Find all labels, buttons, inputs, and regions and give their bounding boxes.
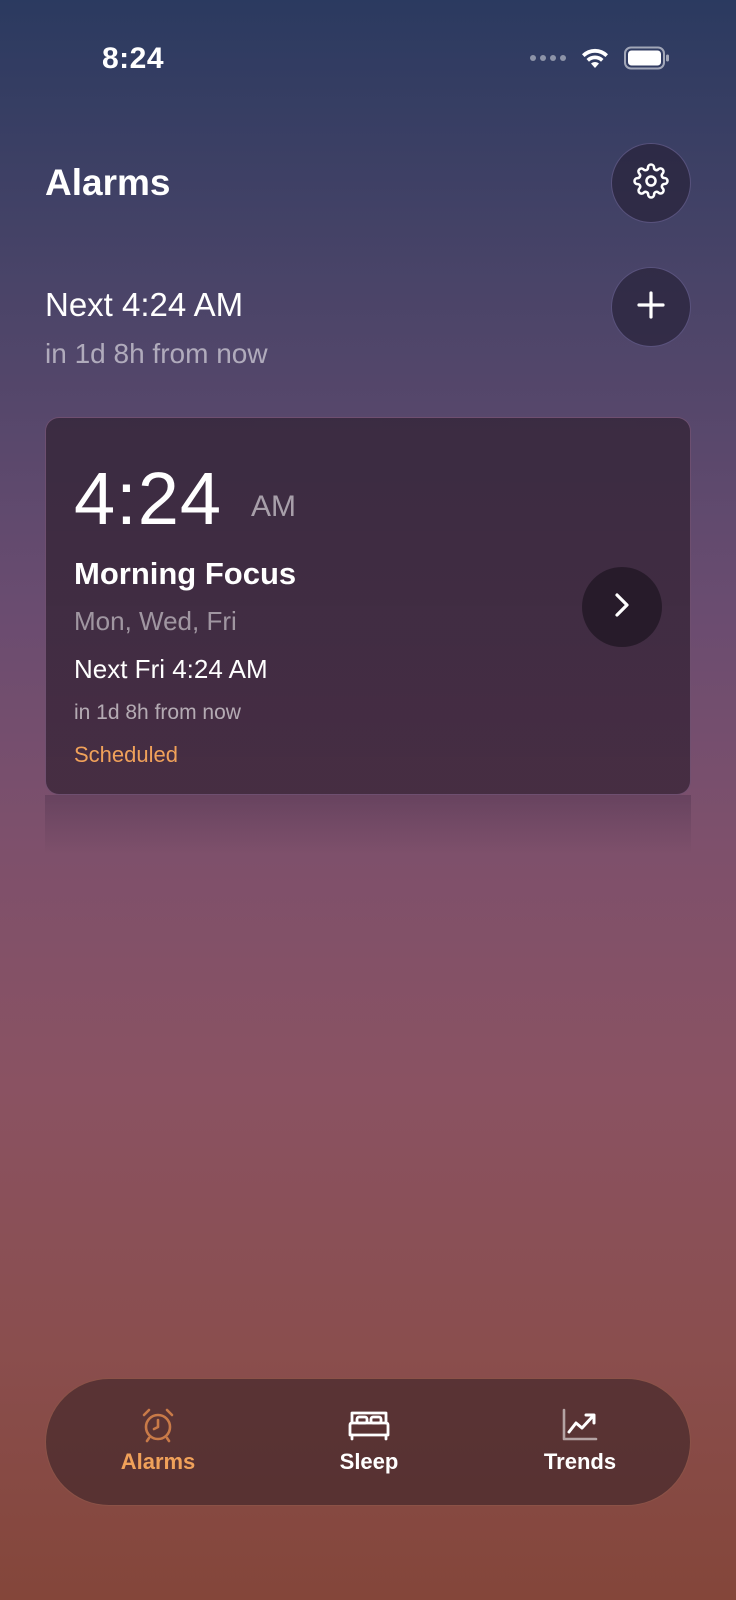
tab-trends[interactable]: Trends <box>490 1379 670 1507</box>
gear-icon <box>633 162 669 204</box>
trend-chart-icon <box>561 1407 599 1443</box>
wifi-icon <box>580 46 610 70</box>
alarm-next-occurrence: Next Fri 4:24 AM <box>74 654 268 684</box>
bed-icon <box>348 1407 390 1443</box>
alarm-card[interactable]: 4:24 AM Morning Focus Mon, Wed, Fri Next… <box>45 417 691 795</box>
battery-icon <box>624 46 670 70</box>
alarm-countdown: in 1d 8h from now <box>74 701 241 724</box>
page-title: Alarms <box>45 162 171 203</box>
alarm-ampm: AM <box>251 490 296 523</box>
alarm-label: Morning Focus <box>74 556 297 591</box>
tab-trends-label: Trends <box>543 1449 617 1474</box>
tab-sleep[interactable]: Sleep <box>279 1379 459 1507</box>
cellular-signal-icon <box>530 55 566 61</box>
tab-alarms[interactable]: Alarms <box>68 1379 248 1507</box>
alarm-repeat-days: Mon, Wed, Fri <box>74 606 237 636</box>
alarm-status-badge: Scheduled <box>74 742 178 767</box>
alarm-time: 4:24 <box>74 457 223 540</box>
next-alarm-countdown: in 1d 8h from now <box>45 338 268 369</box>
chevron-right-icon <box>610 590 634 625</box>
add-alarm-button[interactable] <box>611 267 691 347</box>
plus-icon <box>636 290 666 325</box>
tab-sleep-label: Sleep <box>339 1449 399 1474</box>
alarm-clock-icon <box>140 1407 176 1443</box>
status-time: 8:24 <box>102 42 165 75</box>
tab-bar: Alarms Sleep Trends <box>45 1378 691 1506</box>
alarm-details-button[interactable] <box>582 567 662 647</box>
status-icons <box>530 46 670 70</box>
settings-button[interactable] <box>611 143 691 223</box>
next-alarm-title: Next 4:24 AM <box>45 286 244 323</box>
tab-alarms-label: Alarms <box>120 1449 196 1474</box>
card-reflection <box>45 795 691 855</box>
